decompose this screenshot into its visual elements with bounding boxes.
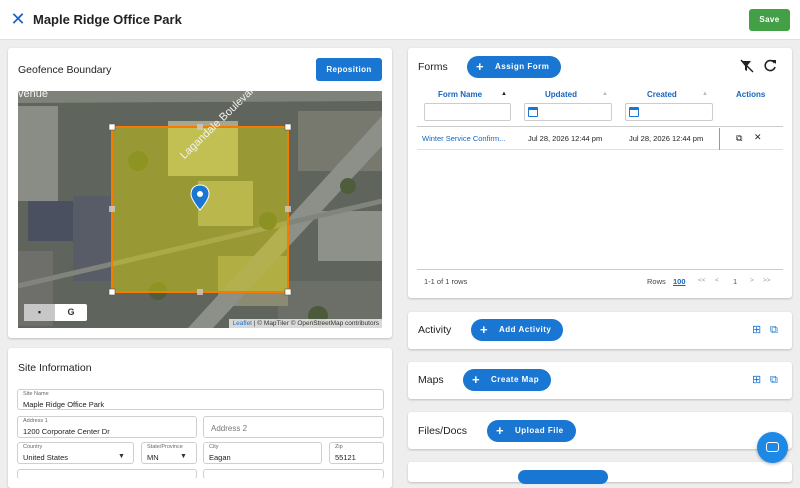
country-select[interactable]: Country United States ▼	[17, 442, 134, 464]
layer-switcher: ▪ G	[24, 304, 87, 321]
next-page-button[interactable]: >	[750, 277, 754, 284]
city-label: City	[209, 444, 219, 450]
site-name-value: Maple Ridge Office Park	[23, 400, 105, 409]
first-page-button[interactable]: <<	[698, 277, 706, 284]
state-value: MN	[147, 453, 159, 462]
calendar-icon[interactable]	[629, 107, 639, 117]
plus-icon: +	[476, 59, 485, 74]
page-title: Maple Ridge Office Park	[33, 12, 182, 27]
assign-form-label: Assign Form	[495, 62, 550, 71]
add-activity-button[interactable]: + Add Activity	[471, 319, 564, 341]
table-footer-divider	[417, 269, 783, 270]
calendar-icon[interactable]	[528, 107, 538, 117]
form-name-link[interactable]: Winter Service Confirm...	[422, 134, 505, 143]
plus-icon: +	[472, 372, 481, 387]
next-card-button[interactable]	[518, 470, 608, 484]
address1-label: Address 1	[23, 418, 48, 424]
zip-value: 55121	[335, 453, 356, 462]
row-count: 1-1 of 1 rows	[424, 277, 468, 286]
address2-placeholder: Address 2	[211, 424, 248, 433]
close-icon[interactable]: ✕	[10, 10, 26, 28]
column-created[interactable]: Created	[647, 90, 677, 99]
assign-form-button[interactable]: + Assign Form	[467, 56, 562, 78]
add-table-icon[interactable]: ⊞	[752, 325, 761, 336]
site-name-label: Site Name	[23, 391, 49, 397]
files-title: Files/Docs	[418, 425, 468, 437]
leaflet-link[interactable]: Leaflet	[232, 320, 252, 327]
current-page[interactable]: 1	[733, 277, 737, 286]
add-activity-label: Add Activity	[499, 325, 552, 334]
attribution-text: | © MapTiler © OpenStreetMap contributor…	[253, 320, 379, 327]
rows-label: Rows	[647, 277, 666, 286]
geofence-map[interactable]: venue Lagandale Boulevard ▪ G Leaflet | …	[18, 91, 382, 328]
state-label: State/Province	[147, 444, 183, 450]
forms-card: Forms + Assign Form Form Name ▲ Updated …	[408, 48, 792, 298]
refresh-icon[interactable]	[764, 59, 777, 77]
address1-field[interactable]: Address 1 1200 Corporate Center Dr	[17, 416, 197, 438]
zip-field[interactable]: Zip 55121	[329, 442, 384, 464]
address2-field[interactable]: Address 2	[203, 416, 384, 438]
create-map-label: Create Map	[491, 375, 540, 384]
add-table-icon[interactable]: ⊞	[752, 375, 761, 386]
activity-card: Activity + Add Activity ⊞ ⧉	[408, 312, 792, 349]
activity-title: Activity	[418, 324, 452, 336]
chevron-down-icon: ▼	[180, 453, 187, 460]
google-icon[interactable]: G	[55, 304, 87, 321]
plus-icon: +	[496, 423, 505, 438]
geofence-title: Geofence Boundary	[18, 64, 112, 76]
city-value: Eagan	[209, 453, 231, 462]
address1-value: 1200 Corporate Center Dr	[23, 427, 110, 436]
clear-filter-icon[interactable]	[740, 59, 754, 78]
next-row-fields-2	[203, 469, 384, 479]
country-label: Country	[23, 444, 43, 450]
sort-icon[interactable]: ▲	[602, 91, 608, 97]
files-card: Files/Docs + Upload File	[408, 412, 792, 449]
upload-file-label: Upload File	[515, 426, 564, 435]
column-updated[interactable]: Updated	[545, 90, 577, 99]
satellite-map	[18, 91, 382, 328]
map-attribution: Leaflet | © MapTiler © OpenStreetMap con…	[229, 319, 382, 328]
maps-card: Maps + Create Map ⊞ ⧉	[408, 362, 792, 399]
remove-icon[interactable]: ✕	[754, 133, 762, 142]
sort-icon[interactable]: ▲	[702, 91, 708, 97]
column-form-name[interactable]: Form Name	[438, 90, 482, 99]
table-row: Winter Service Confirm... Jul 28, 2026 1…	[417, 128, 783, 150]
created-cell: Jul 28, 2026 12:44 pm	[629, 134, 704, 143]
open-external-icon[interactable]: ⧉	[736, 134, 742, 143]
site-name-field[interactable]: Site Name Maple Ridge Office Park	[17, 389, 384, 410]
forms-title: Forms	[418, 61, 448, 73]
zip-label: Zip	[335, 444, 343, 450]
save-button[interactable]: Save	[749, 9, 790, 31]
chat-icon[interactable]	[757, 432, 788, 463]
actions-divider	[719, 128, 720, 150]
table-header-divider	[417, 126, 783, 127]
map-icon[interactable]: ▪	[24, 304, 55, 321]
reposition-button[interactable]: Reposition	[316, 58, 382, 81]
create-map-button[interactable]: + Create Map	[463, 369, 552, 391]
sort-asc-icon[interactable]: ▲	[501, 91, 507, 97]
top-bar: ✕ Maple Ridge Office Park Save	[0, 0, 800, 40]
chevron-down-icon: ▼	[118, 453, 125, 460]
plus-icon: +	[480, 322, 489, 337]
next-row-fields	[17, 469, 197, 479]
upload-file-button[interactable]: + Upload File	[487, 420, 576, 442]
next-card	[408, 462, 792, 484]
state-select[interactable]: State/Province MN ▼	[141, 442, 197, 464]
open-external-icon[interactable]: ⧉	[770, 375, 778, 386]
road-label-top: venue	[18, 91, 48, 100]
country-value: United States	[23, 453, 69, 462]
maps-title: Maps	[418, 374, 444, 386]
updated-cell: Jul 28, 2026 12:44 pm	[528, 134, 603, 143]
last-page-button[interactable]: >>	[763, 277, 771, 284]
column-actions: Actions	[736, 90, 766, 99]
city-field[interactable]: City Eagan	[203, 442, 322, 464]
prev-page-button[interactable]: <	[715, 277, 719, 284]
form-name-filter[interactable]	[424, 103, 511, 121]
site-information-title: Site Information	[18, 362, 92, 374]
open-external-icon[interactable]: ⧉	[770, 325, 778, 336]
rows-per-page[interactable]: 100	[673, 277, 686, 286]
